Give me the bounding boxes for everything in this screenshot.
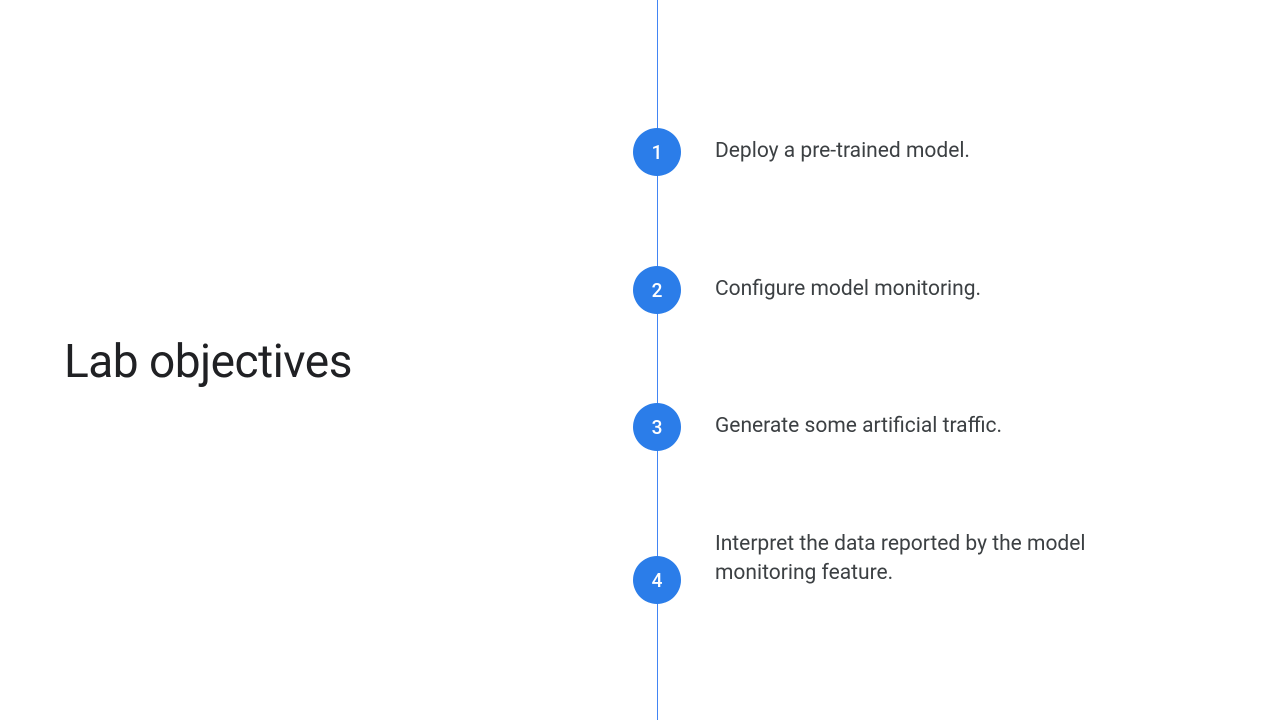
step-number-circle: 2 [633,266,681,314]
objective-item-1: 1 Deploy a pre-trained model. [633,128,970,176]
objective-item-4: 4 Interpret the data reported by the mod… [633,542,1095,604]
step-number-circle: 1 [633,128,681,176]
step-label: Configure model monitoring. [715,275,981,304]
objective-item-3: 3 Generate some artificial traffic. [633,403,1002,451]
step-number-circle: 3 [633,403,681,451]
page-title: Lab objectives [64,335,352,389]
step-number-circle: 4 [633,556,681,604]
step-label: Generate some artificial traffic. [715,412,1002,441]
step-label: Deploy a pre-trained model. [715,137,970,166]
timeline-line [657,0,658,720]
step-label: Interpret the data reported by the model… [715,530,1095,589]
objective-item-2: 2 Configure model monitoring. [633,266,981,314]
